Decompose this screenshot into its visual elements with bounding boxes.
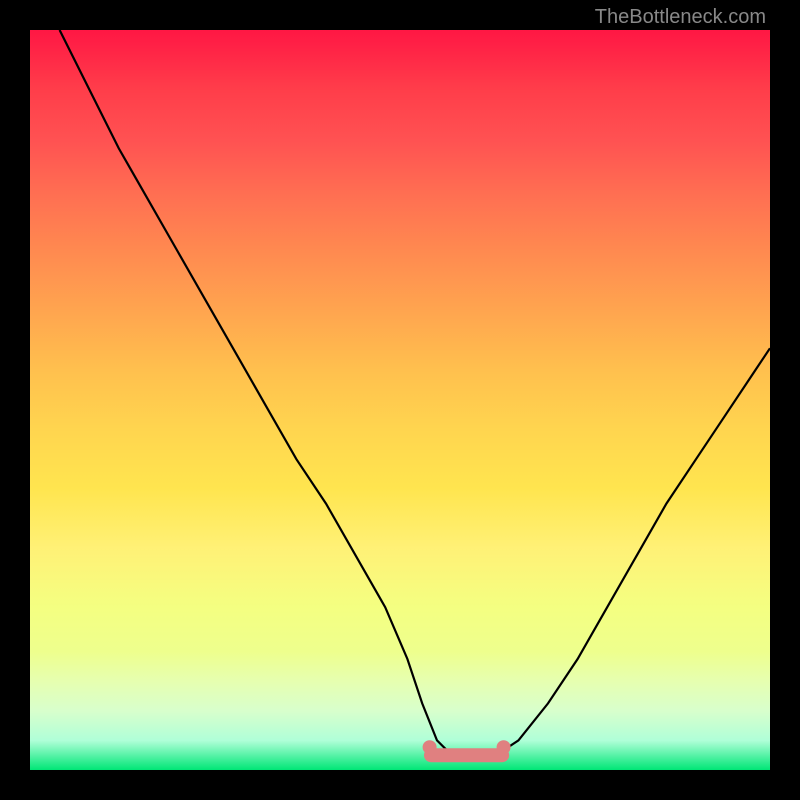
optimal-range-markers	[423, 740, 511, 755]
chart-curve-layer	[30, 30, 770, 770]
optimal-range-start-marker	[423, 740, 437, 754]
watermark-text: TheBottleneck.com	[595, 6, 766, 29]
optimal-range-end-marker	[497, 740, 511, 754]
bottleneck-curve-path	[60, 30, 770, 755]
